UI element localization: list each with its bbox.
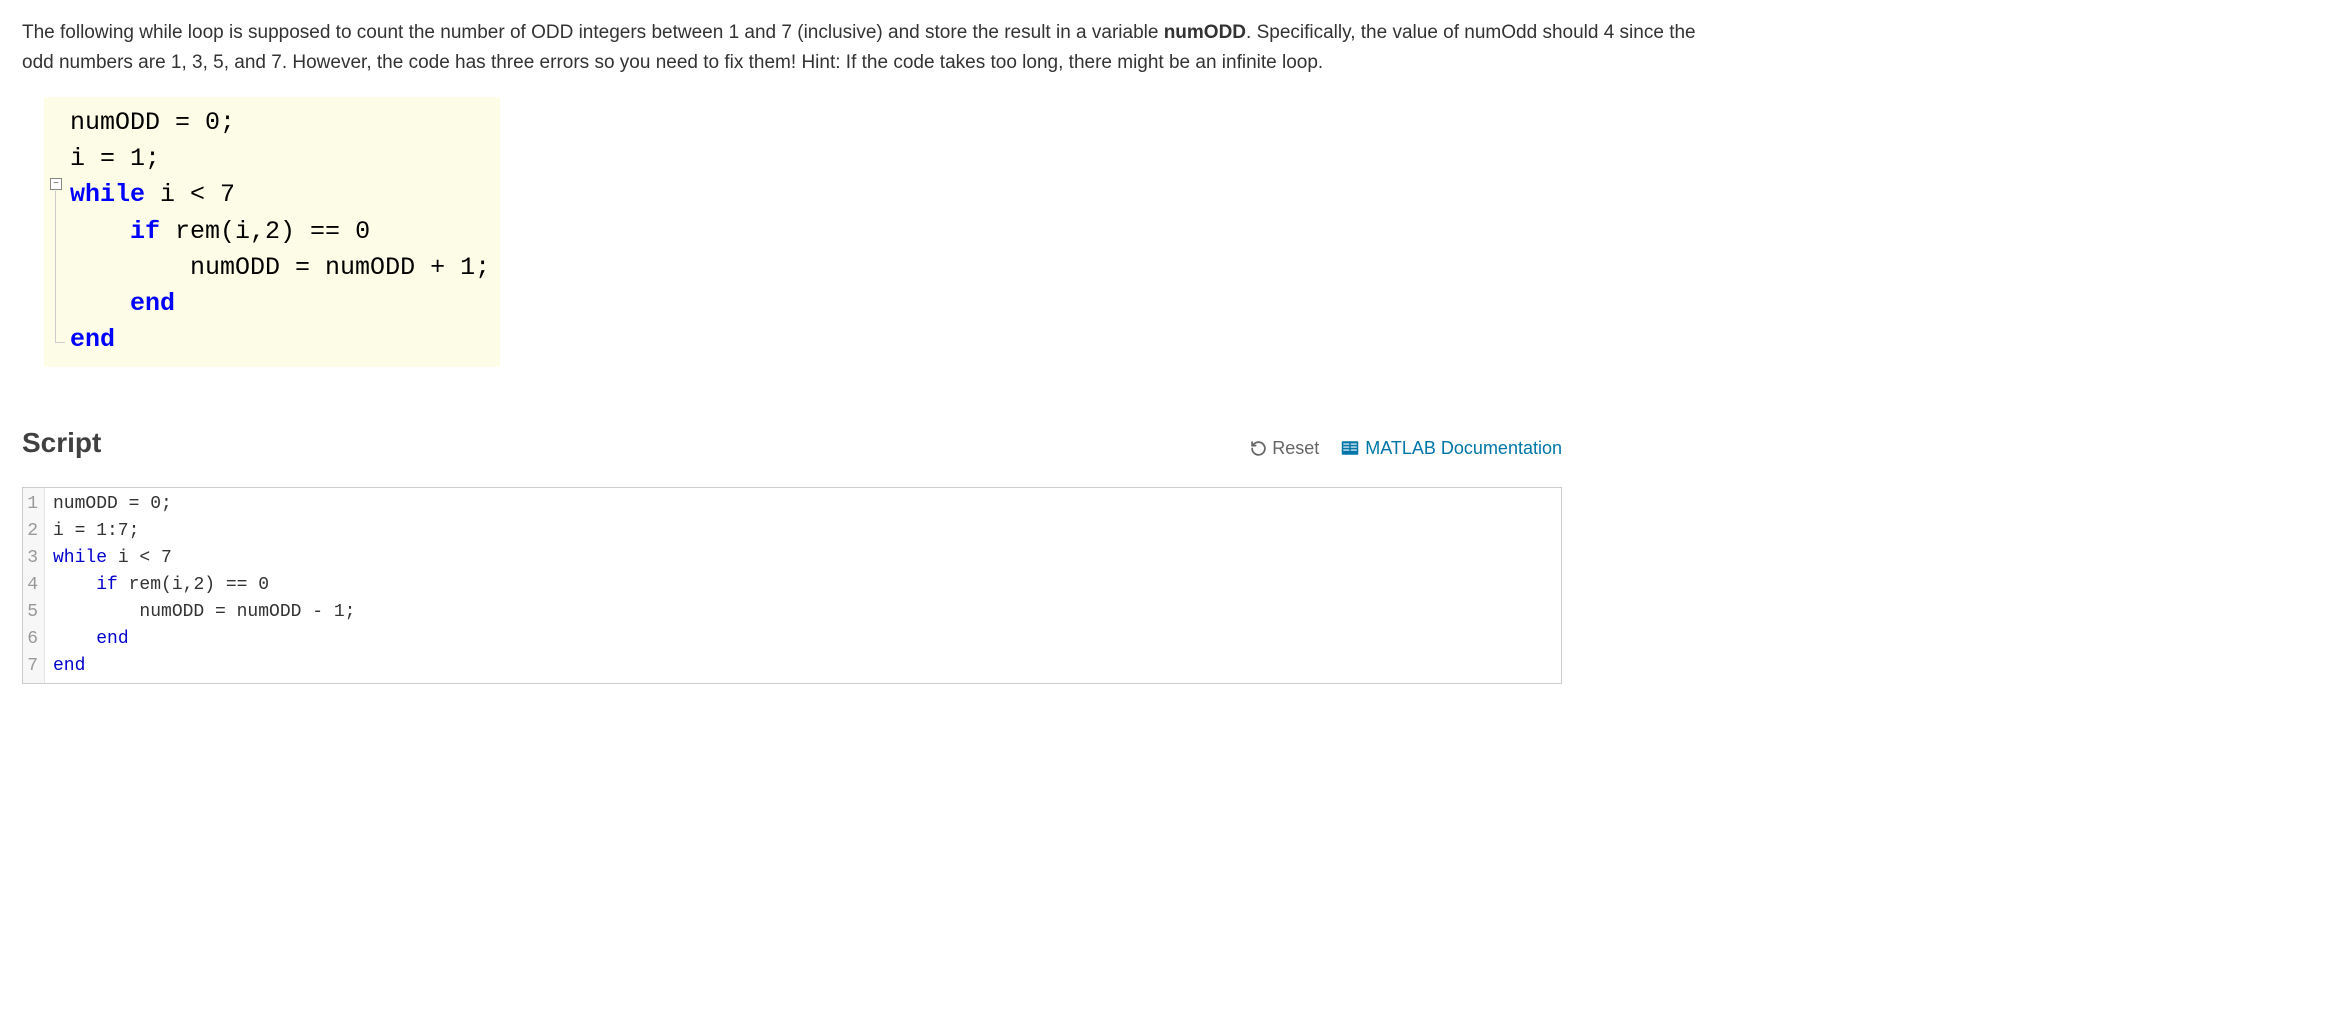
section-title: Script bbox=[22, 427, 101, 459]
editor-line-5: numODD = numODD - 1; bbox=[53, 602, 355, 622]
section-actions: Reset MATLAB Documentation bbox=[1250, 438, 1562, 459]
problem-description: The following while loop is supposed to … bbox=[22, 18, 1722, 79]
matlab-doc-link[interactable]: MATLAB Documentation bbox=[1341, 438, 1562, 459]
script-section-header: Script Reset MATLAB Documentation bbox=[22, 427, 1562, 459]
editor-line-2: i = 1:7; bbox=[53, 521, 139, 541]
problem-varname: numODD bbox=[1164, 22, 1246, 43]
ref-line-3-kw: while bbox=[70, 180, 145, 209]
doc-label: MATLAB Documentation bbox=[1365, 438, 1562, 459]
editor-code-area[interactable]: numODD = 0; i = 1:7; while i < 7 if rem(… bbox=[45, 488, 1561, 683]
editor-line-4-indent bbox=[53, 575, 96, 595]
editor-line-6-kw: end bbox=[96, 629, 128, 649]
editor-line-4-kw: if bbox=[96, 575, 118, 595]
ref-line-5: numODD = numODD + 1; bbox=[190, 253, 490, 282]
editor-line-3-kw: while bbox=[53, 548, 107, 568]
problem-text-1: The following while loop is supposed to … bbox=[22, 22, 1164, 43]
fold-collapse-icon[interactable]: − bbox=[50, 178, 62, 190]
reset-icon bbox=[1250, 440, 1267, 457]
reference-code: numODD = 0; i = 1; while i < 7 if rem(i,… bbox=[44, 105, 490, 359]
editor-line-4-rest: rem(i,2) == 0 bbox=[118, 575, 269, 595]
doc-icon bbox=[1341, 440, 1359, 456]
editor-line-3-rest: i < 7 bbox=[107, 548, 172, 568]
editor-line-6-indent bbox=[53, 629, 96, 649]
ref-line-7-kw: end bbox=[70, 325, 115, 354]
ref-line-1: numODD = 0; bbox=[70, 108, 235, 137]
ref-line-3-rest: i < 7 bbox=[145, 180, 235, 209]
code-editor[interactable]: 1 2 3 4 5 6 7 numODD = 0; i = 1:7; while… bbox=[22, 487, 1562, 684]
editor-gutter: 1 2 3 4 5 6 7 bbox=[23, 488, 45, 683]
editor-line-1: numODD = 0; bbox=[53, 494, 172, 514]
ref-line-4-rest: rem(i,2) == 0 bbox=[160, 217, 370, 246]
editor-line-7-kw: end bbox=[53, 656, 85, 676]
fold-line-end bbox=[55, 342, 65, 343]
ref-line-2: i = 1; bbox=[70, 144, 160, 173]
fold-line bbox=[55, 191, 56, 343]
reference-code-block: − numODD = 0; i = 1; while i < 7 if rem(… bbox=[44, 97, 500, 367]
reset-button[interactable]: Reset bbox=[1250, 438, 1319, 459]
ref-line-4-kw: if bbox=[130, 217, 160, 246]
reset-label: Reset bbox=[1272, 438, 1319, 459]
ref-line-6-kw: end bbox=[130, 289, 175, 318]
